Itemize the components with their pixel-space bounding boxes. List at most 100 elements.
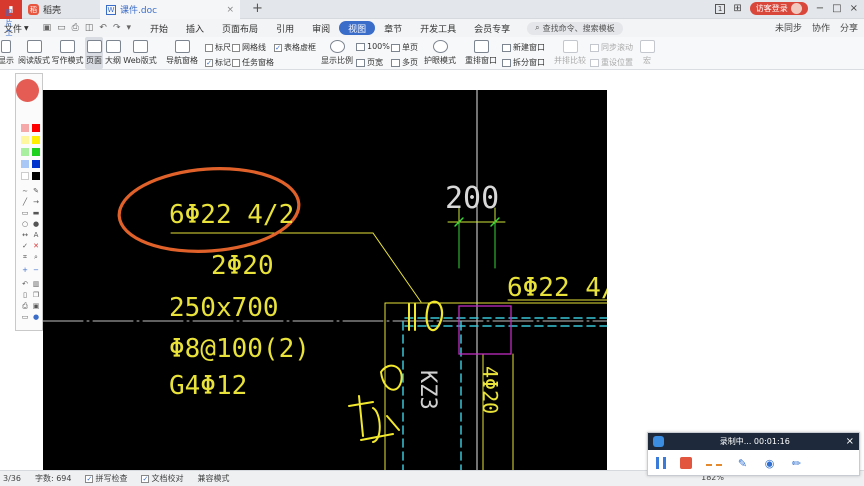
outline-view-button[interactable]: 大纲 [104, 37, 122, 66]
magnify-icon[interactable]: ⌕ [32, 253, 40, 261]
draw-pen-icon[interactable]: ✏ [790, 457, 803, 470]
menu-item-layout[interactable]: 页面布局 [213, 21, 267, 35]
menu-item-insert[interactable]: 插入 [177, 21, 213, 35]
color-swatch[interactable] [21, 160, 29, 168]
color-swatch[interactable] [32, 124, 40, 132]
table-border-checkbox[interactable]: ✓ 表格虚框 [274, 42, 316, 53]
spell-check-toggle[interactable]: ✓ 拼写检查 [85, 473, 127, 484]
rectangle-icon[interactable]: ▭ [21, 209, 29, 217]
save-icon[interactable]: ▣ [43, 23, 52, 33]
print-icon[interactable]: ⎙ [72, 23, 79, 33]
undo-icon[interactable]: ↶ [21, 280, 29, 288]
document-tab[interactable]: W 课件.doc × [100, 0, 240, 19]
color-swatch[interactable] [21, 136, 29, 144]
recorder-close-button[interactable]: × [846, 436, 854, 447]
menu-item-chapter[interactable]: 章节 [375, 21, 411, 35]
ruler-checkbox[interactable]: 标尺 [205, 42, 231, 53]
cross-icon[interactable]: ✕ [32, 242, 40, 250]
menu-item-member[interactable]: 会员专享 [465, 21, 519, 35]
stop-icon[interactable] [680, 457, 692, 469]
gridlines-checkbox[interactable]: 网格线 [232, 42, 266, 53]
proofread-toggle[interactable]: ✓ 文档校对 [141, 473, 183, 484]
menu-item-view[interactable]: 视图 [339, 21, 376, 35]
filled-ellipse-icon[interactable]: ● [32, 220, 40, 228]
crop-icon[interactable]: ⌗ [21, 253, 29, 261]
zoom-ratio-button[interactable]: 显示比例 [321, 37, 353, 66]
web-view-button[interactable]: Web版式 [123, 37, 157, 66]
save-icon[interactable]: ▣ [32, 302, 40, 310]
cad-drawing-image[interactable]: 200 6Φ22 4/2 2Φ20 250x700 Φ8@100(2) G4Φ1… [42, 89, 632, 471]
arrow-line-icon[interactable]: → [32, 198, 40, 206]
menu-item-devtools[interactable]: 开发工具 [411, 21, 465, 35]
color-swatch[interactable] [32, 136, 40, 144]
word-count[interactable]: 字数: 694 [35, 473, 72, 484]
line-icon[interactable]: ╱ [21, 198, 29, 206]
color-swatch[interactable] [21, 148, 29, 156]
menu-item-reference[interactable]: 引用 [267, 21, 303, 35]
menu-item-picture-tools[interactable]: 图片工具 [0, 9, 18, 47]
collaborate-button[interactable]: 协作 [812, 21, 830, 34]
page-indicator[interactable]: 3/36 [3, 474, 21, 483]
nav-pane-button[interactable]: 导航窗格 [164, 37, 200, 66]
apps-grid-icon[interactable]: ⊞ [733, 3, 741, 14]
eye-mode-button[interactable]: 护眼模式 [424, 37, 456, 66]
preview-icon[interactable]: ◫ [85, 23, 94, 33]
ellipse-icon[interactable]: ○ [21, 220, 29, 228]
macro-button[interactable]: 宏 [637, 37, 657, 66]
folder-icon[interactable]: ▭ [57, 23, 66, 33]
color-swatch[interactable] [32, 160, 40, 168]
wps-tab[interactable]: 稻 稻壳 [22, 0, 100, 19]
screen-icon[interactable]: ▭ [21, 313, 29, 321]
color-swatch[interactable] [32, 172, 40, 180]
reset-position-button[interactable]: 重设位置 [590, 57, 633, 68]
minus-icon[interactable]: − [32, 266, 40, 274]
maximize-button[interactable]: □ [832, 3, 841, 14]
writing-mode-button[interactable]: 写作模式 [51, 37, 84, 66]
login-button[interactable]: 访客登录 [749, 2, 808, 15]
marker-icon[interactable]: ✎ [32, 187, 40, 195]
freehand-icon[interactable]: ∼ [21, 187, 29, 195]
pen-width-icon[interactable] [706, 460, 722, 466]
close-window-button[interactable]: × [850, 3, 858, 14]
redo-icon[interactable]: ↷ [113, 23, 121, 33]
menu-item-review[interactable]: 审阅 [303, 21, 339, 35]
trash-icon[interactable]: ▥ [32, 280, 40, 288]
single-page-button[interactable]: 单页 [391, 42, 418, 53]
color-swatch[interactable] [21, 124, 29, 132]
zoom-100-button[interactable]: 100% [356, 42, 390, 51]
multi-page-button[interactable]: 多页 [391, 57, 418, 68]
info-icon[interactable]: ● [32, 313, 40, 321]
sync-status[interactable]: 未同步 [775, 21, 802, 34]
mark-checkbox[interactable]: ✓ 标记 [205, 57, 231, 68]
page-width-button[interactable]: 页宽 [356, 57, 383, 68]
undo-icon[interactable]: ↶ [99, 23, 107, 33]
rearrange-windows-button[interactable]: 重排窗口 [463, 37, 499, 66]
share-button[interactable]: 分享 [840, 21, 858, 34]
copy-icon[interactable]: ❐ [32, 291, 40, 299]
color-swatch[interactable] [32, 148, 40, 156]
close-tab-icon[interactable]: × [226, 5, 234, 15]
pen-tool-button[interactable] [16, 79, 39, 102]
new-window-button[interactable]: 新建窗口 [502, 42, 545, 53]
command-search[interactable]: ⌕ 查找命令、搜索模板 [527, 21, 623, 35]
plus-icon[interactable]: + [21, 266, 29, 274]
show-button[interactable]: 显示 [0, 37, 14, 66]
pause-icon[interactable] [656, 457, 666, 469]
color-swatch[interactable] [21, 172, 29, 180]
double-arrow-icon[interactable]: ↔ [21, 231, 29, 239]
side-by-side-button[interactable]: 并排比较 [554, 37, 586, 66]
check-icon[interactable]: ✓ [21, 242, 29, 250]
camera-icon[interactable]: ◉ [763, 457, 776, 470]
split-window-button[interactable]: 拆分窗口 [502, 57, 545, 68]
more-icon[interactable]: ▾ [126, 23, 131, 33]
new-tab-button[interactable]: + [252, 1, 263, 16]
page-icon[interactable]: ▯ [21, 291, 29, 299]
highlighter-icon[interactable]: ✎ [736, 457, 749, 470]
reading-layout-button[interactable]: 阅读版式 [18, 37, 50, 66]
text-tool-icon[interactable]: A [32, 231, 40, 239]
menu-item-start[interactable]: 开始 [141, 21, 177, 35]
page-view-button[interactable]: 页面 [85, 37, 103, 69]
task-pane-checkbox[interactable]: 任务窗格 [232, 57, 274, 68]
minimize-button[interactable]: − [816, 3, 824, 14]
sync-scroll-button[interactable]: 同步滚动 [590, 42, 633, 53]
